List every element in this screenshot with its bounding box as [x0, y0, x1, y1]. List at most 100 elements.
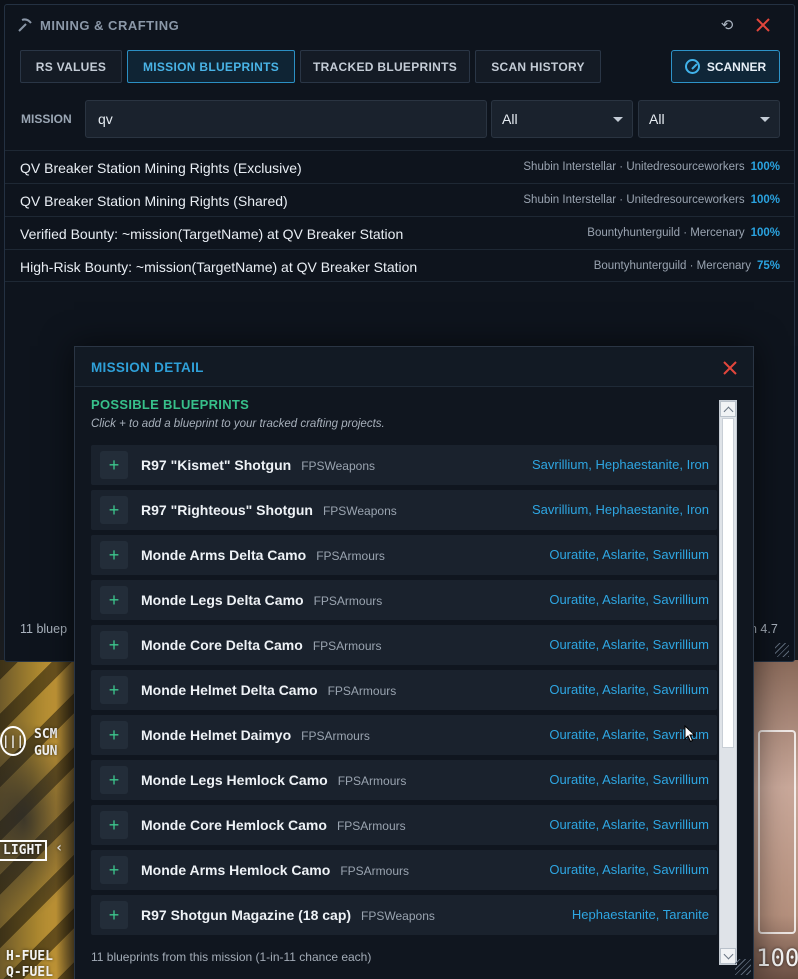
close-icon[interactable]	[722, 360, 738, 376]
blueprint-category: FPSArmours	[301, 729, 370, 743]
tab-scan-history[interactable]: SCAN HISTORY	[475, 50, 601, 83]
blueprint-materials: Ouratite, Aslarite, Savrillium	[549, 817, 709, 832]
hud-gun-text: GUN	[34, 744, 58, 759]
scroll-up-button[interactable]	[720, 401, 736, 417]
scanner-label: SCANNER	[706, 59, 767, 74]
mission-search-input[interactable]	[85, 100, 487, 138]
blueprint-name: Monde Helmet Delta Camo	[141, 682, 318, 698]
window-footer-version: n 4.7	[750, 622, 778, 636]
blueprint-name: Monde Core Delta Camo	[141, 637, 303, 653]
blueprint-name: R97 Shotgun Magazine (18 cap)	[141, 907, 352, 923]
hud-qfuel-label: Q-FUEL	[6, 965, 53, 979]
resize-grip-icon[interactable]	[775, 643, 789, 657]
blueprint-name: Monde Arms Delta Camo	[141, 547, 307, 563]
mission-chance: 100%	[750, 161, 780, 173]
blueprint-materials: Ouratite, Aslarite, Savrillium	[549, 547, 709, 562]
mouse-cursor-icon	[684, 725, 696, 743]
scroll-down-button[interactable]	[720, 948, 736, 964]
blueprint-row: + Monde Arms Hemlock Camo FPSArmours Oura…	[91, 850, 717, 890]
mission-chance: 100%	[750, 194, 780, 206]
hud-scm-label: SCM GUN	[34, 726, 57, 760]
blueprint-category: FPSArmours	[316, 549, 385, 563]
refresh-icon[interactable]: ⟲	[719, 18, 735, 34]
section-title: POSSIBLE BLUEPRINTS	[91, 397, 250, 412]
hud-value-readout: 100	[756, 944, 798, 972]
mission-faction: Unitedresourceworkers	[626, 194, 745, 206]
blueprint-category: FPSArmours	[340, 864, 409, 878]
add-blueprint-button[interactable]: +	[100, 766, 128, 794]
blueprint-materials: Ouratite, Aslarite, Savrillium	[549, 592, 709, 607]
chevron-down-icon	[613, 117, 623, 122]
resize-grip-icon[interactable]	[735, 959, 751, 975]
add-blueprint-button[interactable]: +	[100, 451, 128, 479]
blueprint-name: R97 "Kismet" Shotgun	[141, 457, 292, 473]
select-value: All	[502, 111, 518, 127]
blueprint-name-group: Monde Core Hemlock Camo FPSArmours	[141, 817, 406, 833]
mission-chance: 100%	[750, 227, 780, 239]
list-item[interactable]: Verified Bounty: ~mission(TargetName) at…	[5, 216, 794, 249]
add-blueprint-button[interactable]: +	[100, 676, 128, 704]
modal-title: MISSION DETAIL	[91, 360, 204, 375]
background-hazard-stripes	[0, 660, 80, 979]
blueprint-name-group: Monde Arms Delta Camo FPSArmours	[141, 547, 385, 563]
mission-detail-modal: MISSION DETAIL POSSIBLE BLUEPRINTS Click…	[74, 346, 754, 979]
hud-light-label: LIGHT	[0, 840, 48, 861]
mission-company: Shubin Interstellar	[523, 194, 617, 206]
blueprint-category: FPSArmours	[312, 639, 382, 653]
mission-faction: Mercenary	[690, 227, 745, 239]
blueprint-materials: Ouratite, Aslarite, Savrillium	[549, 682, 709, 697]
mission-meta: Bountyhunterguild · Mercenary 75%	[593, 260, 780, 272]
add-blueprint-button[interactable]: +	[100, 586, 128, 614]
blueprint-row: + Monde Legs Delta Camo FPSArmours Ourati…	[91, 580, 717, 620]
blueprint-materials: Ouratite, Aslarite, Savrillium	[549, 772, 709, 787]
tab-rs-values[interactable]: RS VALUES	[20, 50, 122, 83]
close-icon[interactable]	[754, 16, 772, 34]
blueprint-category: FPSArmours	[337, 774, 407, 788]
list-item[interactable]: QV Breaker Station Mining Rights (Shared…	[5, 183, 794, 216]
blueprint-name: R97 "Righteous" Shotgun	[141, 502, 313, 518]
blueprint-name-group: R97 "Righteous" Shotgun FPSWeapons	[141, 502, 397, 518]
blueprint-category: FPSArmours	[327, 684, 397, 698]
blueprint-category: FPSWeapons	[322, 504, 397, 518]
mission-company: Bountyhunterguild	[593, 260, 687, 272]
blueprint-name-group: Monde Legs Hemlock Camo FPSArmours	[141, 772, 406, 788]
blueprint-row: + R97 "Righteous" Shotgun FPSWeapons Savr…	[91, 490, 717, 530]
blueprint-name-group: R97 "Kismet" Shotgun FPSWeapons	[141, 457, 375, 473]
add-blueprint-button[interactable]: +	[100, 541, 128, 569]
blueprint-name: Monde Arms Hemlock Camo	[141, 862, 331, 878]
filter-select-company[interactable]: All	[491, 100, 633, 138]
modal-header[interactable]: MISSION DETAIL	[75, 347, 753, 387]
add-blueprint-button[interactable]: +	[100, 496, 128, 524]
blueprint-scrollbar[interactable]	[719, 400, 737, 965]
mission-company: Shubin Interstellar	[523, 161, 617, 173]
filter-select-faction[interactable]: All	[638, 100, 780, 138]
blueprint-category: FPSArmours	[313, 594, 383, 608]
blueprint-name: Monde Legs Delta Camo	[141, 592, 304, 608]
add-blueprint-button[interactable]: +	[100, 721, 128, 749]
background-right-panel	[752, 660, 798, 979]
tab-mission-blueprints[interactable]: MISSION BLUEPRINTS	[127, 50, 295, 83]
blueprint-list: + R97 "Kismet" Shotgun FPSWeapons Savrill…	[91, 445, 717, 940]
list-item[interactable]: QV Breaker Station Mining Rights (Exclus…	[5, 150, 794, 183]
chevron-down-icon	[760, 117, 770, 122]
add-blueprint-button[interactable]: +	[100, 901, 128, 929]
scanner-button[interactable]: SCANNER	[671, 50, 780, 83]
mission-meta: Bountyhunterguild · Mercenary 100%	[587, 227, 780, 239]
blueprint-materials: Savrillium, Hephaestanite, Iron	[531, 457, 709, 472]
blueprint-materials: Hephaestanite, Taranite	[571, 907, 709, 922]
add-blueprint-button[interactable]: +	[100, 856, 128, 884]
scroll-thumb[interactable]	[722, 418, 734, 748]
radar-icon	[684, 59, 700, 74]
mission-title: QV Breaker Station Mining Rights (Shared…	[20, 193, 288, 209]
add-blueprint-button[interactable]: +	[100, 811, 128, 839]
tab-tracked-blueprints[interactable]: TRACKED BLUEPRINTS	[300, 50, 470, 83]
blueprint-name: Monde Legs Hemlock Camo	[141, 772, 328, 788]
section-hint: Click + to add a blueprint to your track…	[91, 418, 385, 430]
list-item[interactable]: High-Risk Bounty: ~mission(TargetName) a…	[5, 249, 794, 282]
window-titlebar[interactable]: MINING & CRAFTING ⟲	[5, 5, 794, 45]
blueprint-name-group: Monde Legs Delta Camo FPSArmours	[141, 592, 382, 608]
add-blueprint-button[interactable]: +	[100, 631, 128, 659]
mission-chance: 75%	[756, 260, 780, 272]
blueprint-name-group: Monde Helmet Daimyo FPSArmours	[141, 727, 370, 743]
blueprint-row: + Monde Helmet Delta Camo FPSArmours Oura…	[91, 670, 717, 710]
